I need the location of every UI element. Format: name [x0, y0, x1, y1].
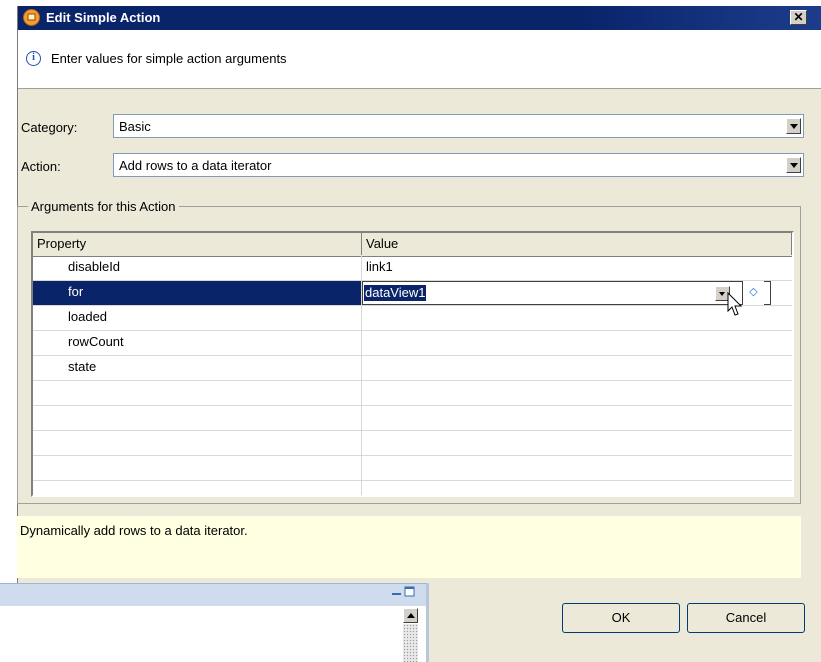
category-combobox[interactable]: Basic	[113, 114, 804, 138]
close-icon[interactable]: ✕	[790, 10, 807, 25]
table-row[interactable]: disableId link1	[33, 256, 792, 281]
table-row[interactable]: rowCount	[33, 331, 792, 356]
column-header-property[interactable]: Property	[33, 233, 362, 255]
action-label: Action:	[21, 159, 61, 174]
arguments-group-title: Arguments for this Action	[28, 199, 179, 214]
property-cell: disableId	[33, 256, 362, 280]
value-cell[interactable]: link1	[362, 256, 792, 280]
table-row[interactable]: state	[33, 356, 792, 381]
property-cell	[33, 381, 362, 405]
property-cell: state	[33, 356, 362, 380]
property-cell	[33, 431, 362, 455]
table-row-empty	[33, 406, 792, 431]
property-cell	[33, 406, 362, 430]
info-banner: i Enter values for simple action argumen…	[18, 30, 821, 89]
info-text: Enter values for simple action arguments	[51, 51, 287, 66]
table-row[interactable]: loaded	[33, 306, 792, 331]
table-row-selected[interactable]: for dataView1 ◇	[33, 281, 792, 316]
scroll-up-icon[interactable]	[403, 608, 418, 623]
table-row-empty	[33, 431, 792, 456]
info-icon: i	[26, 51, 41, 66]
category-value: Basic	[119, 119, 151, 134]
category-label: Category:	[21, 120, 78, 135]
diamond-icon[interactable]: ◇	[742, 281, 764, 305]
table-row-empty	[33, 481, 792, 495]
app-icon	[23, 9, 40, 26]
action-value: Add rows to a data iterator	[119, 158, 272, 173]
maximize-icon[interactable]	[404, 586, 415, 597]
value-editor-text[interactable]: dataView1	[364, 285, 427, 301]
panel-border	[426, 583, 429, 662]
dialog-title: Edit Simple Action	[46, 10, 161, 25]
scrollbar-track[interactable]	[403, 624, 418, 662]
value-cell[interactable]	[362, 306, 792, 330]
value-cell[interactable]	[362, 356, 792, 380]
background-panel-header	[0, 583, 426, 606]
description-panel: Dynamically add rows to a data iterator.	[17, 516, 801, 578]
value-cell[interactable]	[362, 331, 792, 355]
property-cell: rowCount	[33, 331, 362, 355]
property-cell	[33, 456, 362, 480]
arguments-table: Property Value disableId link1 for dataV…	[31, 231, 794, 497]
table-header: Property Value	[33, 233, 792, 257]
table-row-empty	[33, 381, 792, 406]
table-row-empty	[33, 456, 792, 481]
dropdown-icon[interactable]	[786, 118, 801, 134]
cancel-button[interactable]: Cancel	[687, 603, 805, 633]
property-cell: loaded	[33, 306, 362, 330]
action-combobox[interactable]: Add rows to a data iterator	[113, 153, 804, 177]
value-editor[interactable]: dataView1	[362, 281, 771, 316]
property-cell: for	[33, 281, 362, 305]
dropdown-icon[interactable]	[786, 157, 801, 173]
column-header-value[interactable]: Value	[362, 233, 792, 255]
ok-button[interactable]: OK	[562, 603, 680, 633]
minimize-icon[interactable]	[391, 586, 402, 597]
property-cell	[33, 481, 362, 495]
title-bar: Edit Simple Action ✕	[18, 6, 821, 30]
